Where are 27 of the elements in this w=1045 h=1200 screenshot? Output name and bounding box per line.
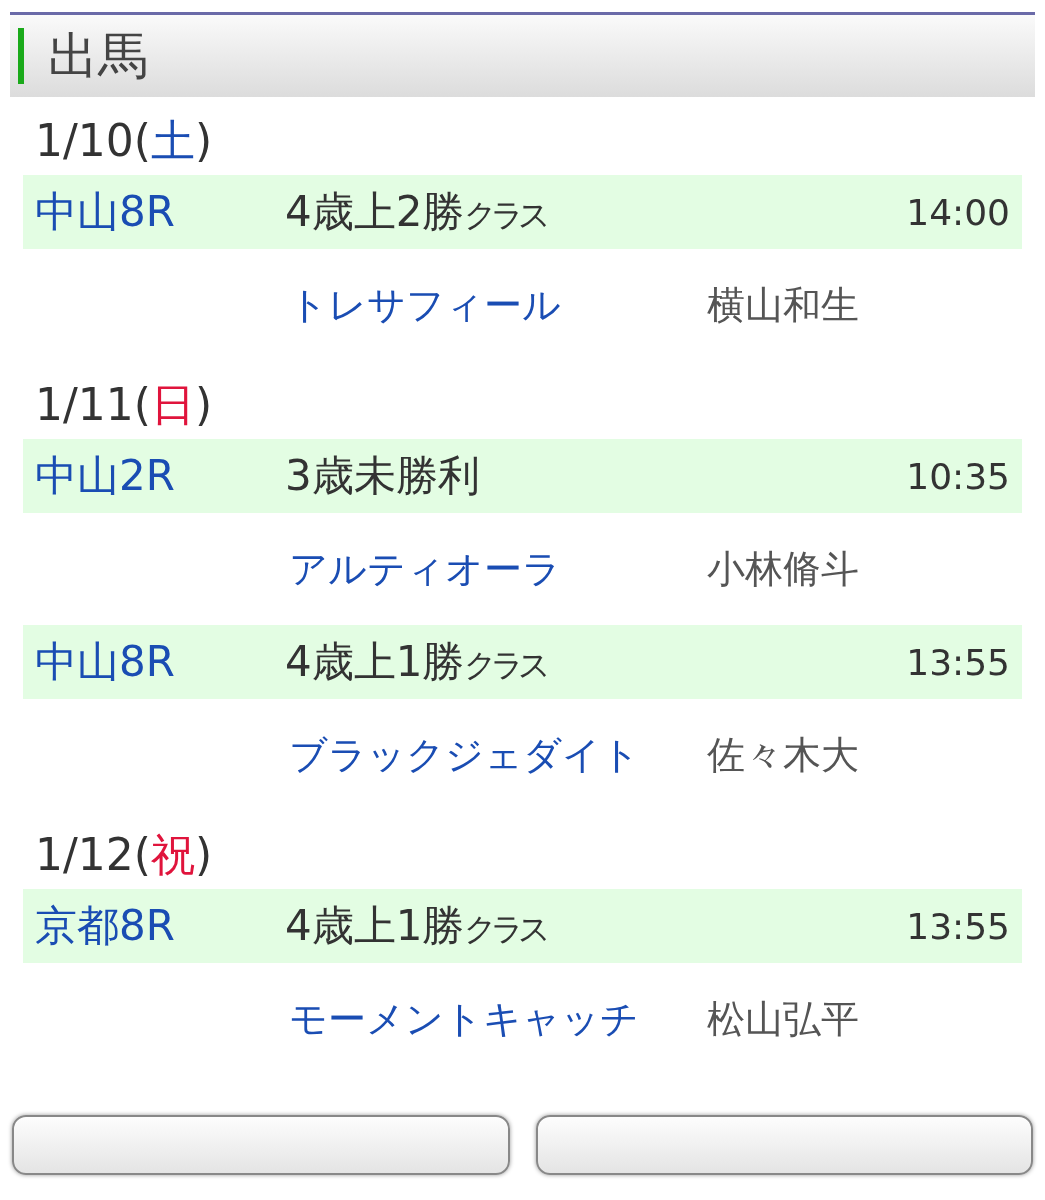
race-date: 1/11(日) [34,378,214,432]
post-time: 14:00 [906,191,1011,233]
jockey-name: 松山弘平 [707,995,859,1043]
section-title: 出馬 [48,25,148,87]
race-name: 3歳未勝利 [285,450,481,502]
race-date: 1/10(土) [34,114,214,168]
race-venue-link[interactable]: 中山8R [23,184,285,240]
race-venue-link[interactable]: 中山8R [23,634,285,690]
nav-button[interactable] [535,1115,1033,1175]
accent-bar [18,28,24,84]
horse-name-link[interactable]: アルティオーラ [289,543,707,595]
horse-name-link[interactable]: ブラックジェダイト [289,729,707,781]
race-name: 4歳上1勝クラス [285,636,547,688]
horse-name-link[interactable]: トレサフィール [289,279,707,331]
race-date: 1/12(祝) [34,828,214,882]
race-name: 4歳上2勝クラス [285,186,547,238]
race-name: 4歳上1勝クラス [285,900,547,952]
post-time: 10:35 [906,455,1011,497]
post-time: 13:55 [906,905,1011,947]
nav-button[interactable] [12,1115,510,1175]
race-venue-link[interactable]: 中山2R [23,448,285,504]
race-venue-link[interactable]: 京都8R [23,898,285,954]
jockey-name: 小林脩斗 [707,545,859,593]
jockey-name: 佐々木大 [707,731,859,779]
jockey-name: 横山和生 [707,281,859,329]
post-time: 13:55 [906,641,1011,683]
horse-name-link[interactable]: モーメントキャッチ [289,993,707,1045]
